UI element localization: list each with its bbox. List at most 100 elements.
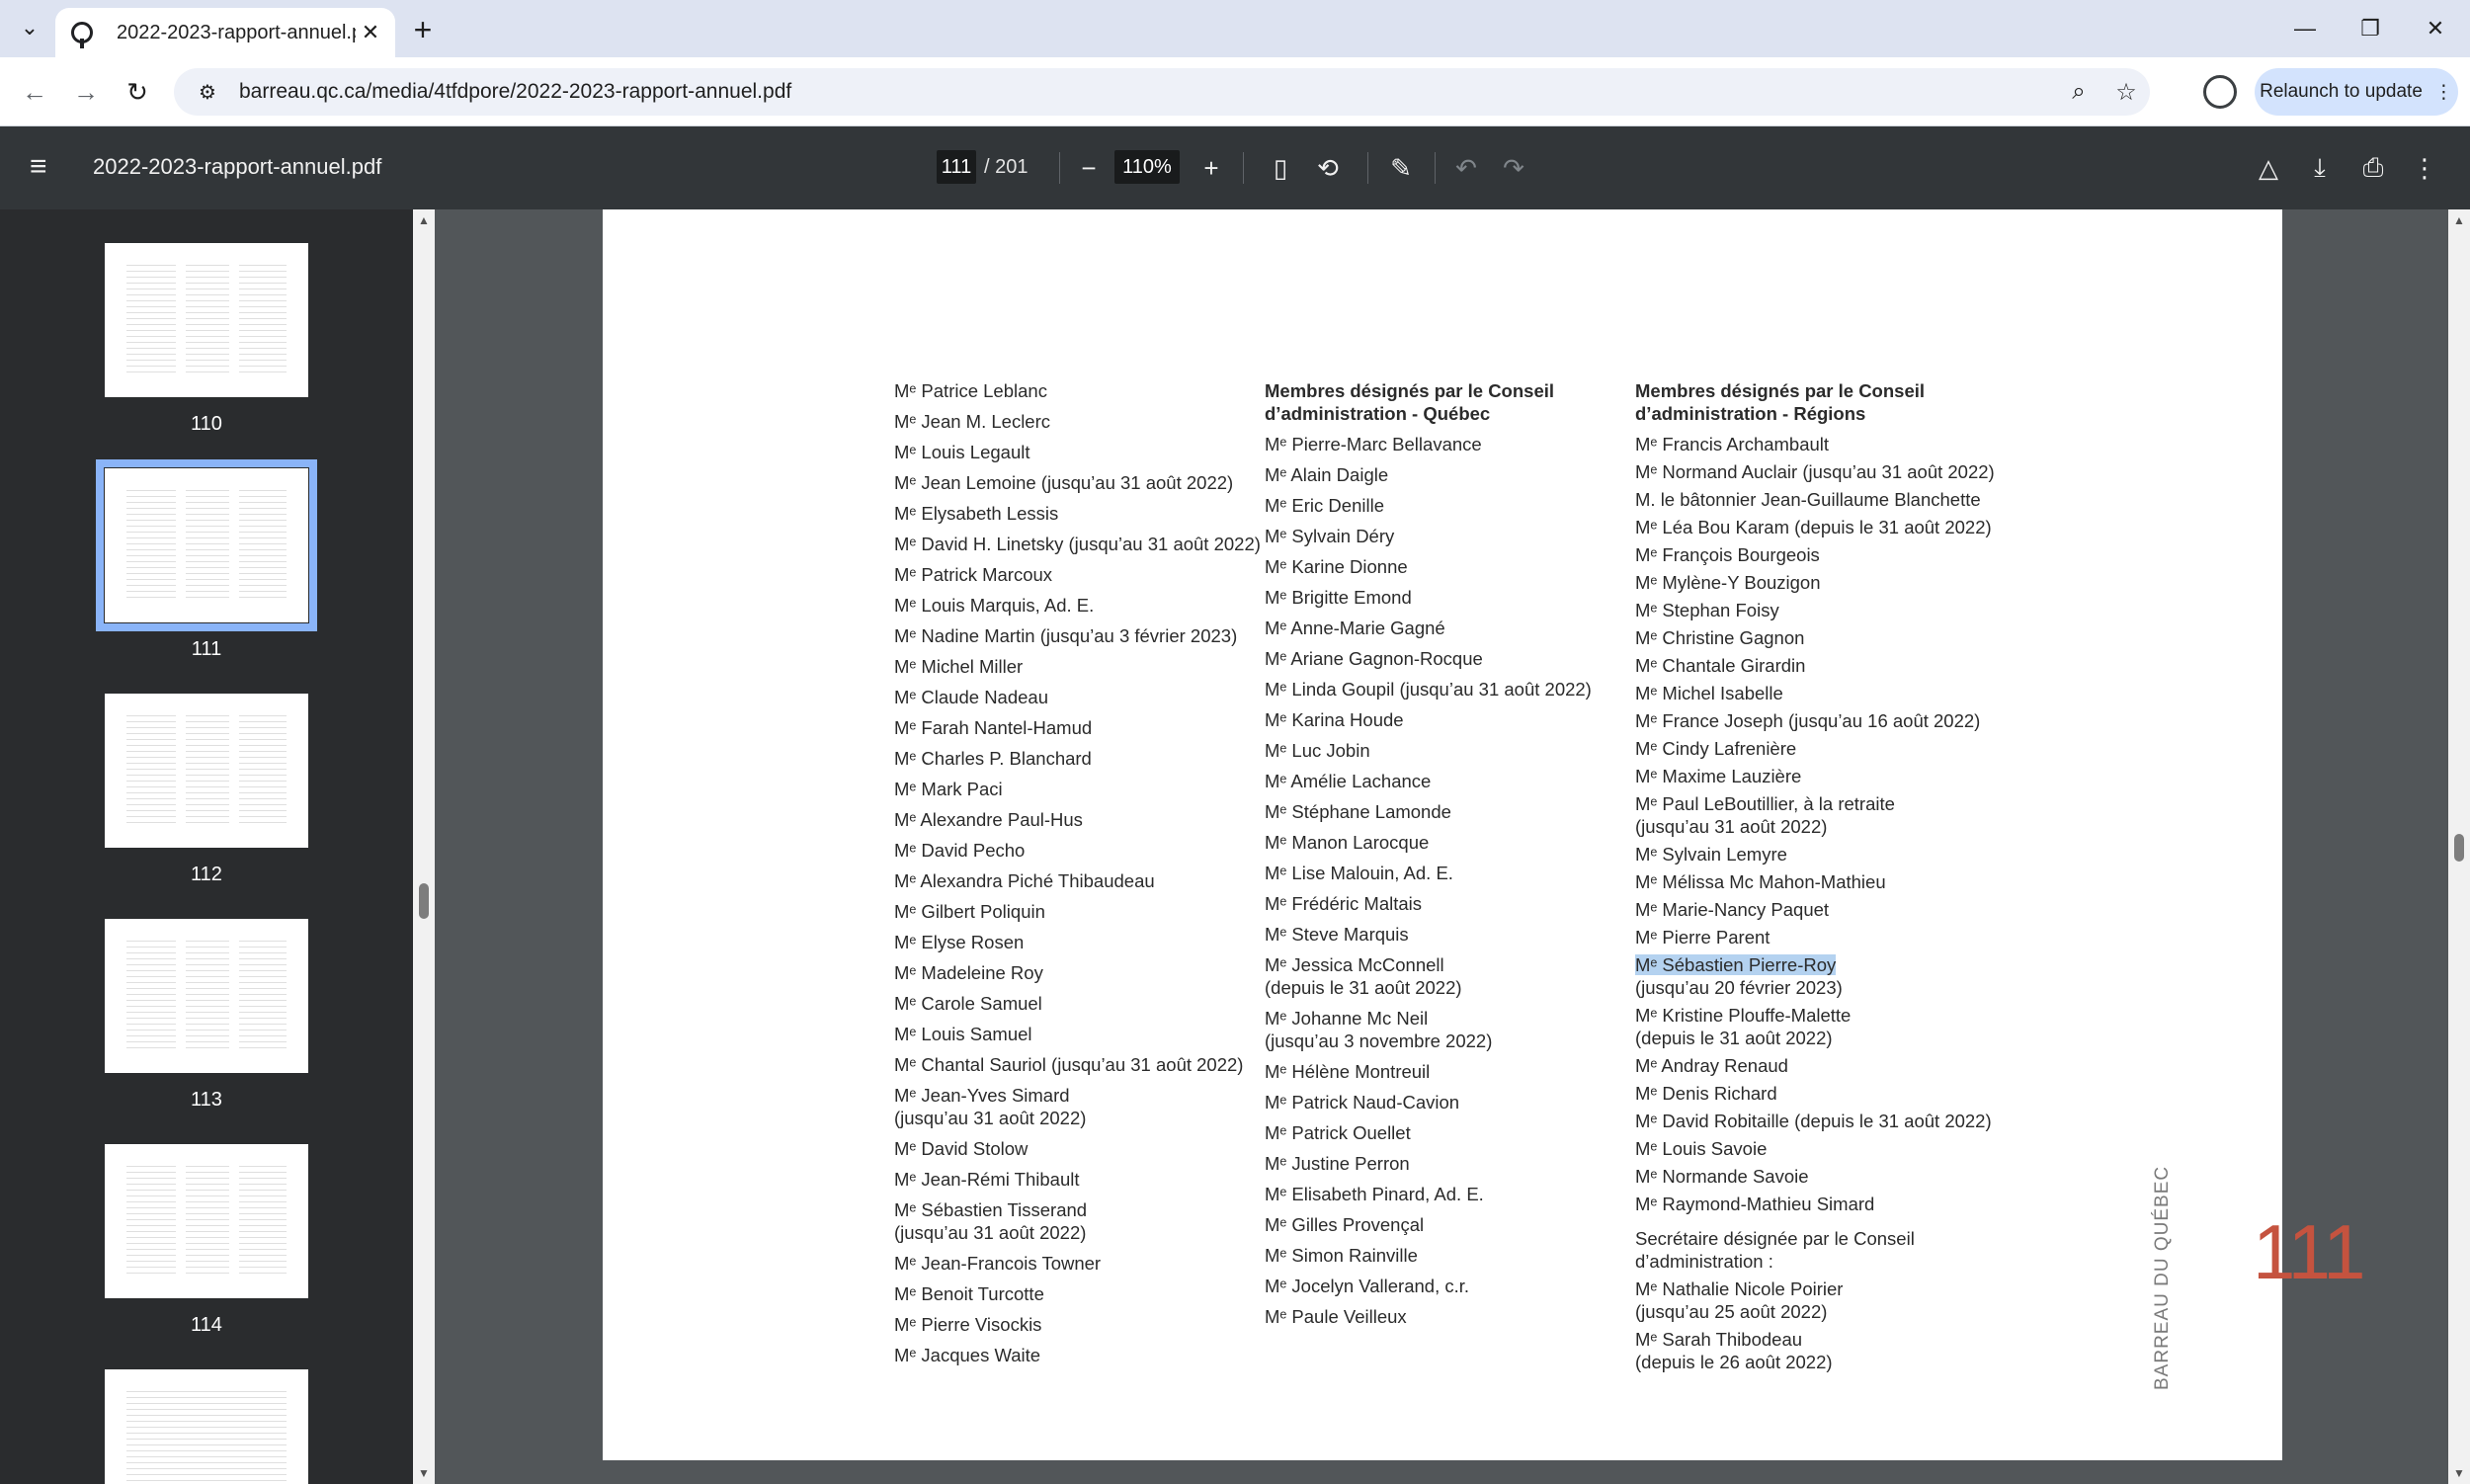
member-entry: Mᵉ Andray Renaud xyxy=(1635,1055,1788,1076)
url-text[interactable]: barreau.qc.ca/media/4tfdpore/2022-2023-r… xyxy=(239,80,2055,104)
thumbnail-text-lines xyxy=(126,1166,287,1277)
member-entry: Mᵉ Anne-Marie Gagné xyxy=(1265,618,1445,638)
member-entry: Mᵉ Chantal Sauriol (jusqu’au 31 août 202… xyxy=(894,1054,1244,1075)
member-entry: Mᵉ David Robitaille (depuis le 31 août 2… xyxy=(1635,1111,1992,1131)
member-entry: Mᵉ David H. Linetsky (jusqu’au 31 août 2… xyxy=(894,534,1261,554)
sidebar-scrollbar[interactable]: ▲ ▼ xyxy=(413,209,435,1484)
thumbnail-page[interactable] xyxy=(105,919,308,1073)
thumbnail-text-lines xyxy=(126,715,287,826)
window-close-icon[interactable]: ✕ xyxy=(2401,0,2470,57)
thumbnail-label: 114 xyxy=(191,1314,222,1336)
thumbnail-column-gap xyxy=(176,490,186,601)
download-icon[interactable]: ⤓ xyxy=(2300,148,2340,188)
member-entry: Mᵉ Justine Perron xyxy=(1265,1153,1410,1174)
member-entry: Mᵉ Benoit Turcotte xyxy=(894,1283,1044,1304)
new-tab-plus-icon[interactable]: + xyxy=(405,12,441,47)
member-entry: Mᵉ David Pecho xyxy=(894,840,1026,861)
zoom-in-icon[interactable]: + xyxy=(1192,148,1231,188)
redo-icon[interactable]: ↷ xyxy=(1494,148,1533,188)
thumbnail-page[interactable] xyxy=(105,1144,308,1298)
zoom-input[interactable]: 110% xyxy=(1114,150,1180,184)
thumbnail-page[interactable] xyxy=(105,1369,308,1484)
relaunch-button[interactable]: Relaunch to update ⋮ xyxy=(2255,68,2458,116)
zoom-out-icon[interactable]: − xyxy=(1069,148,1109,188)
thumbnail-column-gap xyxy=(176,715,186,826)
thumbnail-label: 111 xyxy=(191,638,222,660)
member-entry: Mᵉ Karina Houde xyxy=(1265,709,1404,730)
member-entry: Mᵉ Patrick Naud-Cavion xyxy=(1265,1092,1460,1113)
more-options-icon[interactable]: ⋮ xyxy=(2405,148,2444,188)
member-entry: Mᵉ Maxime Lauzière xyxy=(1635,766,1802,786)
member-entry: Mᵉ Pierre-Marc Bellavance xyxy=(1265,434,1482,454)
sidebar-scroll-thumb[interactable] xyxy=(419,883,429,919)
member-entry: Mᵉ François Bourgeois xyxy=(1635,544,1820,565)
member-entry: Mᵉ Hélène Montreuil xyxy=(1265,1061,1431,1082)
annotate-pen-icon[interactable]: ✎ xyxy=(1381,148,1421,188)
member-entry: Mᵉ Stephan Foisy xyxy=(1635,600,1779,620)
profile-avatar-icon[interactable] xyxy=(2203,75,2237,109)
member-entry: Mᵉ Frédéric Maltais xyxy=(1265,893,1423,914)
save-to-drive-icon[interactable]: △ xyxy=(2249,148,2288,188)
member-entry: Mᵉ Carole Samuel xyxy=(894,993,1042,1014)
zoom-magnifier-icon[interactable]: ⌕ xyxy=(2055,78,2102,106)
tab-close-icon[interactable]: ✕ xyxy=(356,18,385,47)
fit-page-icon[interactable]: ▯ xyxy=(1261,148,1300,188)
member-entry: Mᵉ Simon Rainville xyxy=(1265,1245,1418,1266)
thumbnail-page[interactable] xyxy=(105,694,308,848)
member-entry: Mᵉ Jean M. Leclerc xyxy=(894,411,1051,432)
column-2-heading: Membres désignés par le Conseil d’admini… xyxy=(1265,380,1555,424)
member-entry: Mᵉ Louis Legault xyxy=(894,442,1030,462)
scroll-down-arrow-icon[interactable]: ▼ xyxy=(418,1466,430,1480)
member-entry: Mᵉ David Stolow xyxy=(894,1138,1029,1159)
member-entry: Mᵉ Paul LeBoutillier, à la retraite (jus… xyxy=(1635,793,1895,837)
rotate-icon[interactable]: ⟲ xyxy=(1308,148,1348,188)
sidebar-menu-icon[interactable]: ≡ xyxy=(30,150,47,184)
member-entry: Mᵉ Patrick Ouellet xyxy=(1265,1122,1411,1143)
member-entry: Mᵉ Alain Daigle xyxy=(1265,464,1389,485)
tab-search-chevron-icon[interactable]: ⌄ xyxy=(12,10,47,45)
bookmark-star-icon[interactable]: ☆ xyxy=(2102,78,2150,107)
thumbnail-page[interactable] xyxy=(105,243,308,397)
scroll-up-arrow-icon[interactable]: ▲ xyxy=(2453,213,2465,227)
address-bar[interactable]: ⚙ barreau.qc.ca/media/4tfdpore/2022-2023… xyxy=(174,68,2150,116)
back-arrow-icon[interactable]: ← xyxy=(14,71,55,113)
viewer-scrollbar[interactable]: ▲ ▼ xyxy=(2448,209,2470,1484)
member-entry: Mᵉ Raymond-Mathieu Simard xyxy=(1635,1194,1875,1214)
pdf-toolbar: ≡ 2022-2023-rapport-annuel.pdf 111 / 201… xyxy=(0,126,2470,209)
column-3-heading: Membres désignés par le Conseil d’admini… xyxy=(1635,380,1926,424)
member-entry: Mᵉ Nadine Martin (jusqu’au 3 février 202… xyxy=(894,625,1238,646)
toolbar-divider xyxy=(1059,152,1060,184)
page-total: / 201 xyxy=(984,156,1029,178)
member-entry: Mᵉ Sylvain Lemyre xyxy=(1635,844,1787,865)
viewer-scroll-thumb[interactable] xyxy=(2454,834,2464,862)
reload-icon[interactable]: ↻ xyxy=(117,71,158,113)
member-entry: Mᵉ Elisabeth Pinard, Ad. E. xyxy=(1265,1184,1484,1204)
minimize-icon[interactable]: — xyxy=(2270,0,2340,57)
restore-icon[interactable]: ❐ xyxy=(2336,0,2405,57)
undo-icon[interactable]: ↶ xyxy=(1446,148,1486,188)
browser-toolbar: ← → ↻ ⚙ barreau.qc.ca/media/4tfdpore/202… xyxy=(0,57,2470,126)
member-entry: M. le bâtonnier Jean-Guillaume Blanchett… xyxy=(1635,489,1981,510)
member-entry: Mᵉ Alexandra Piché Thibaudeau xyxy=(894,870,1155,891)
member-entry: Mᵉ Jean-Yves Simard (jusqu’au 31 août 20… xyxy=(894,1085,1087,1128)
page-number-input[interactable]: 111 xyxy=(937,150,976,184)
member-entry: Mᵉ Michel Isabelle xyxy=(1635,683,1783,703)
thumbnail-page-selected[interactable] xyxy=(96,459,317,631)
scroll-up-arrow-icon[interactable]: ▲ xyxy=(418,213,430,227)
thumbnail-column-gap xyxy=(229,265,239,375)
browser-tab[interactable]: 2022-2023-rapport-annuel.pdf ✕ xyxy=(55,8,395,57)
toolbar-divider xyxy=(1367,152,1368,184)
column-2: Membres désignés par le Conseil d’admini… xyxy=(1265,379,1592,1336)
member-entry: Mᵉ France Joseph (jusqu’au 16 août 2022) xyxy=(1635,710,1981,731)
member-entry: Mᵉ Lise Malouin, Ad. E. xyxy=(1265,863,1453,883)
site-favicon-icon xyxy=(71,22,93,48)
secretary-heading: Secrétaire désignée par le Conseil d’adm… xyxy=(1635,1228,1915,1272)
print-icon[interactable]: ⎙ xyxy=(2353,148,2393,188)
secretary-list: Mᵉ Nathalie Nicole Poirier (jusqu’au 25 … xyxy=(1635,1278,1995,1373)
member-entry: Mᵉ Stéphane Lamonde xyxy=(1265,801,1451,822)
forward-arrow-icon[interactable]: → xyxy=(65,71,107,113)
toolbar-divider xyxy=(1435,152,1436,184)
column-3: Membres désignés par le Conseil d’admini… xyxy=(1635,379,1995,1378)
site-settings-icon[interactable]: ⚙ xyxy=(188,80,227,105)
scroll-down-arrow-icon[interactable]: ▼ xyxy=(2453,1466,2465,1480)
